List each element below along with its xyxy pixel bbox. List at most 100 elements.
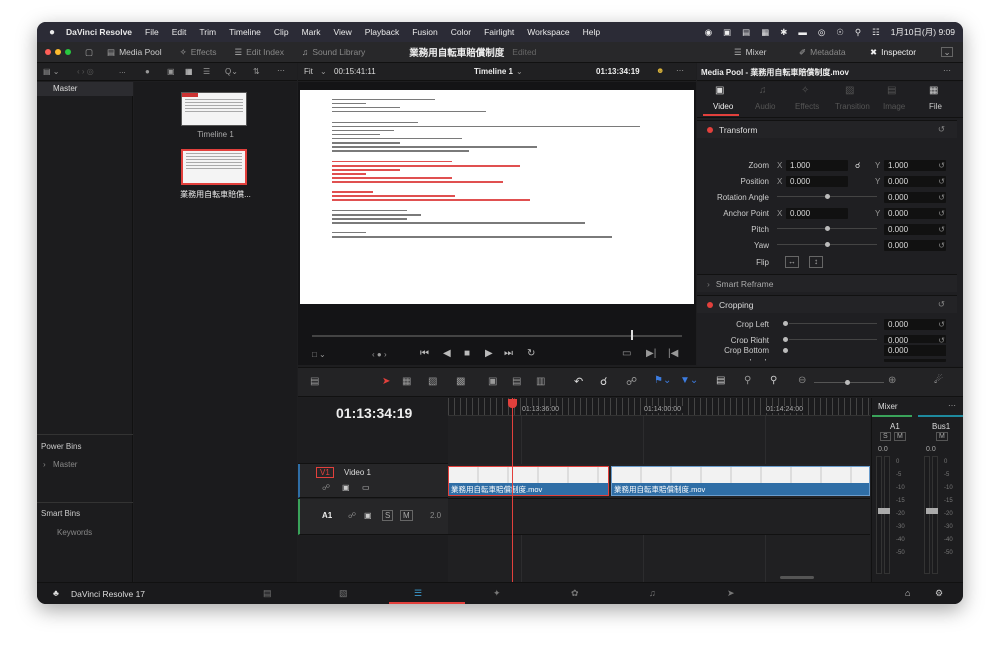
clip-label-timeline[interactable]: Timeline 1 xyxy=(134,130,297,139)
tab-file[interactable]: File xyxy=(929,102,942,111)
tab-video[interactable]: Video xyxy=(713,102,733,111)
enable-dot[interactable] xyxy=(707,126,713,133)
options-icon[interactable]: ⋯ xyxy=(948,401,956,410)
tab-transition[interactable]: Transition xyxy=(835,102,870,111)
crop-bottom-slider-handle[interactable] xyxy=(783,348,788,353)
clip-label-selected[interactable]: 業務用自転車賠償... xyxy=(134,189,297,200)
linked-selection-icon[interactable]: ☌ xyxy=(600,375,607,388)
chevron-down-icon[interactable]: ⌄ xyxy=(320,67,327,76)
reset-icon[interactable]: ↺ xyxy=(938,299,945,310)
pitch-field[interactable]: 0.000 xyxy=(884,223,946,235)
screen-icon[interactable]: ▣ xyxy=(723,27,731,38)
yaw-field[interactable]: 0.000 xyxy=(884,239,946,251)
selection-tool-icon[interactable]: ➤ xyxy=(382,376,390,387)
mute-button[interactable]: M xyxy=(894,432,906,441)
media-page-icon[interactable]: ▤ xyxy=(263,588,272,599)
apple-icon[interactable]: ● xyxy=(49,27,55,38)
next-edit-icon[interactable]: ▶| xyxy=(646,348,656,359)
edit-page-icon[interactable]: ☰ xyxy=(414,588,422,599)
snapping-icon[interactable]: ↶ xyxy=(574,375,583,388)
timeline-name[interactable]: Timeline 1 xyxy=(474,67,513,76)
link-icon[interactable]: ☌ xyxy=(855,161,860,170)
auto-select-icon[interactable]: ▣ xyxy=(364,511,372,520)
settings-gear-icon[interactable]: ⚙ xyxy=(935,588,943,599)
crop-right-slider[interactable] xyxy=(789,339,877,340)
edit-index-toggle[interactable]: ☰ Edit Index xyxy=(235,47,284,58)
home-icon[interactable]: ⌂ xyxy=(905,588,910,598)
video-clip-1[interactable]: 業務用自転車賠償制度.mov xyxy=(448,466,609,496)
dynamic-trim-icon[interactable]: ▧ xyxy=(428,376,437,387)
position-y-field[interactable]: 0.000 xyxy=(884,175,946,187)
media-pool-toggle[interactable]: ▤ Media Pool xyxy=(107,47,162,58)
more-icon[interactable]: ... xyxy=(119,66,126,75)
deliver-page-icon[interactable]: ➤ xyxy=(727,588,735,599)
lock-icon[interactable]: ☍ xyxy=(626,375,637,388)
bin-list-icon[interactable]: ▤ ⌄ xyxy=(43,67,59,76)
search-icon[interactable]: Q⌄ xyxy=(225,67,238,76)
crop-left-slider-handle[interactable] xyxy=(783,321,788,326)
battery-icon[interactable]: ▬ xyxy=(798,27,807,37)
record-icon[interactable]: ◉ xyxy=(705,27,712,38)
effects-tab-icon[interactable]: ✧ xyxy=(801,85,809,96)
reset-icon[interactable]: ↺ xyxy=(938,177,945,186)
timeline-tracks[interactable]: 01:13:36:00 01:14:00:00 01:14:24:00 業務用自… xyxy=(448,398,870,582)
marker-icon[interactable]: ▼⌄ xyxy=(680,375,698,386)
user-icon[interactable]: ☉ xyxy=(836,27,844,38)
track-name-v1[interactable]: Video 1 xyxy=(344,468,371,477)
tab-image[interactable]: Image xyxy=(883,102,905,111)
effects-toggle[interactable]: ✧ Effects xyxy=(180,47,217,58)
bin-master[interactable]: Master xyxy=(53,84,77,93)
stop-icon[interactable]: ■ xyxy=(464,348,470,359)
bluetooth-icon[interactable]: ✱ xyxy=(780,27,787,38)
fairlight-page-icon[interactable]: ♫ xyxy=(649,588,656,598)
reset-icon[interactable]: ↺ xyxy=(938,161,945,170)
grid-view-icon[interactable]: ▦ xyxy=(185,67,193,76)
fader-bus1[interactable] xyxy=(926,508,938,514)
tab-audio[interactable]: Audio xyxy=(755,102,775,111)
auto-select-icon[interactable]: ▣ xyxy=(342,483,350,492)
inspector-toggle[interactable]: ✖ Inspector xyxy=(870,47,916,58)
menu-edit[interactable]: Edit xyxy=(172,27,187,37)
expand-icon[interactable]: ⌄ xyxy=(941,47,953,57)
bin-master-row[interactable] xyxy=(37,82,133,96)
overwrite-clip-icon[interactable]: ▤ xyxy=(512,376,521,387)
mute-button[interactable]: M xyxy=(936,432,948,441)
options-icon[interactable]: ⋯ xyxy=(277,66,285,75)
anchor-y-field[interactable]: 0.000 xyxy=(884,207,946,219)
crop-right-slider-handle[interactable] xyxy=(783,337,788,342)
jog-icon[interactable]: ‹ ● › xyxy=(372,350,387,359)
crop-left-slider[interactable] xyxy=(789,323,877,324)
sync-icon[interactable]: ☻ xyxy=(656,66,664,75)
zoom-slider-handle[interactable] xyxy=(845,380,850,385)
file-tab-icon[interactable]: ▦ xyxy=(929,85,938,96)
crop-bottom-field[interactable]: 0.000 xyxy=(884,345,946,356)
menu-color[interactable]: Color xyxy=(451,27,471,37)
playhead-handle[interactable] xyxy=(508,399,517,408)
menu-trim[interactable]: Trim xyxy=(199,27,216,37)
translate-icon[interactable]: ▦ xyxy=(761,27,769,38)
nav-icon[interactable]: ‹ › ◎ xyxy=(77,67,94,76)
menu-view[interactable]: View xyxy=(333,27,351,37)
flip-horizontal-icon[interactable]: ↔ xyxy=(785,256,799,268)
mixer-toggle[interactable]: ☰ Mixer xyxy=(734,47,766,58)
sound-library-toggle[interactable]: ♫ Sound Library xyxy=(302,47,365,57)
window-icon[interactable]: ▢ xyxy=(85,47,93,58)
enable-dot[interactable] xyxy=(707,301,713,308)
video-clip-2[interactable]: 業務用自転車賠償制度.mov xyxy=(611,466,870,496)
lock-icon[interactable]: ☍ xyxy=(348,511,356,520)
trim-tool-icon[interactable]: ▦ xyxy=(402,376,411,387)
video-tab-icon[interactable]: ▣ xyxy=(715,85,724,96)
menu-app[interactable]: DaVinci Resolve xyxy=(66,27,132,37)
scrubber-playhead[interactable] xyxy=(631,330,633,340)
reset-icon[interactable]: ↺ xyxy=(938,241,945,250)
yaw-slider-handle[interactable] xyxy=(825,242,830,247)
go-to-start-icon[interactable]: ⏮ xyxy=(420,348,429,359)
menu-file[interactable]: File xyxy=(145,27,159,37)
flag-icon[interactable]: ⚑⌄ xyxy=(654,375,671,386)
menu-help[interactable]: Help xyxy=(583,27,600,37)
blade-tool-icon[interactable]: ▩ xyxy=(456,376,465,387)
chevron-right-icon[interactable]: › xyxy=(43,460,46,469)
options-icon[interactable]: ⋯ xyxy=(676,66,684,75)
menu-fusion[interactable]: Fusion xyxy=(412,27,438,37)
play-icon[interactable]: ▶ xyxy=(485,348,493,359)
